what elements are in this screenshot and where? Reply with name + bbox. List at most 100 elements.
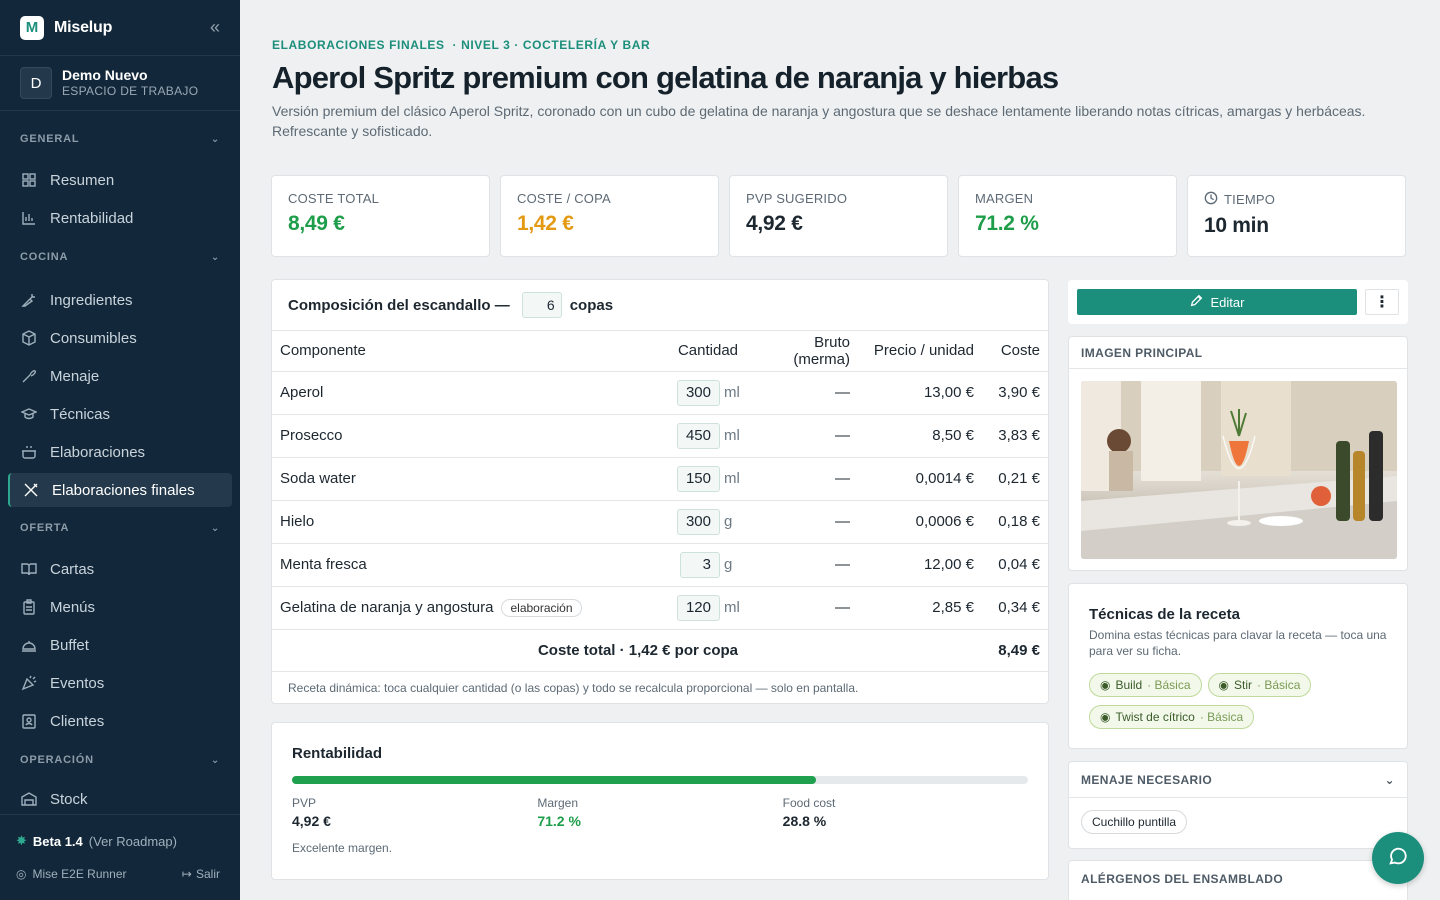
chevron-down-icon: ⌄ <box>210 522 220 534</box>
quantity-input[interactable]: 300 <box>676 508 720 535</box>
quantity-input[interactable]: 300 <box>676 379 720 406</box>
technique-chip-stir[interactable]: ◉ Stir · Básica <box>1207 673 1312 697</box>
kebab-icon: ⋮ <box>1374 294 1390 311</box>
sidebar-item-elaboraciones[interactable]: Elaboraciones <box>8 435 232 469</box>
clipboard-icon <box>20 598 38 616</box>
kpi-coste-copa: COSTE / COPA 1,42 € <box>500 175 719 257</box>
composition-card: Composición del escandallo — 6 copas Com… <box>271 279 1049 704</box>
workspace-avatar: D <box>20 67 52 99</box>
technique-chip-twist[interactable]: ◉ Twist de cítrico · Básica <box>1089 705 1255 729</box>
sidebar-item-rentabilidad[interactable]: Rentabilidad <box>8 201 232 235</box>
sidebar-item-stock[interactable]: Stock <box>8 782 232 816</box>
nav-section-operacion: OPERACIÓN ⌄ Stock <box>0 750 240 820</box>
page-title: Aperol Spritz premium con gelatina de na… <box>272 60 1059 95</box>
sidebar-item-tecnicas[interactable]: Técnicas <box>8 397 232 431</box>
copas-input[interactable]: 6 <box>521 292 562 318</box>
techniques-subtitle: Domina estas técnicas para clavar la rec… <box>1089 628 1387 658</box>
nav-section-header[interactable]: GENERAL ⌄ <box>0 129 240 149</box>
col-header: Precio / unidad <box>858 331 982 372</box>
table-row: Hielo 300 g — 0,0006 € 0,18 € <box>272 500 1048 544</box>
utensil-chip[interactable]: Cuchillo puntilla <box>1081 810 1188 834</box>
user-icon: ◎ <box>16 867 27 881</box>
pvp-value: 4,92 € <box>292 813 331 829</box>
nav-section-oferta: OFERTA ⌄ Cartas Menús Buffet Eventos Clie… <box>0 518 240 742</box>
quantity-input[interactable]: 3 <box>680 551 720 578</box>
nav-section-header[interactable]: COCINA ⌄ <box>0 247 240 267</box>
table-row: Gelatina de naranja y angostura elaboraci… <box>272 586 1048 630</box>
breadcrumb-link[interactable]: ELABORACIONES FINALES <box>272 38 445 52</box>
chevron-down-icon: ⌄ <box>210 133 220 145</box>
book-icon <box>20 560 38 578</box>
kpi-value: 1,42 € <box>517 212 574 235</box>
sidebar-item-cartas[interactable]: Cartas <box>8 552 232 586</box>
chat-icon <box>1387 845 1409 872</box>
quantity-input[interactable]: 120 <box>676 594 720 621</box>
workspace-switcher[interactable]: D Demo Nuevo ESPACIO DE TRABAJO <box>0 56 240 111</box>
nav-section-cocina: COCINA ⌄ Ingredientes Consumibles Menaje … <box>0 247 240 511</box>
allergens-panel: ALÉRGENOS DEL ENSAMBLADO <box>1068 860 1408 900</box>
quantity-input[interactable]: 450 <box>676 422 720 449</box>
chevron-down-icon: ⌄ <box>210 251 220 263</box>
elaboration-tag[interactable]: elaboración <box>501 598 582 617</box>
technique-chip-build[interactable]: ◉ Build · Básica <box>1089 673 1202 697</box>
sidebar-item-buffet[interactable]: Buffet <box>8 628 232 662</box>
sidebar-item-clientes[interactable]: Clientes <box>8 704 232 738</box>
sidebar-item-menus[interactable]: Menús <box>8 590 232 624</box>
party-icon <box>20 674 38 692</box>
warehouse-icon <box>20 790 38 808</box>
main-content: ELABORACIONES FINALES · NIVEL 3 · COCTEL… <box>240 0 1440 900</box>
workspace-name: Demo Nuevo <box>62 67 148 83</box>
margin-value: 71.2 % <box>537 813 581 829</box>
total-label: Coste total · 1,42 € por copa <box>272 629 746 672</box>
clock-icon <box>1204 191 1218 208</box>
sidebar-item-consumibles[interactable]: Consumibles <box>8 321 232 355</box>
edit-button[interactable]: Editar <box>1077 289 1357 315</box>
margin-bar <box>292 776 1028 784</box>
app-name: Miselup <box>54 18 113 36</box>
sidebar-item-eventos[interactable]: Eventos <box>8 666 232 700</box>
copas-label: copas <box>569 296 614 314</box>
cloche-icon <box>20 636 38 654</box>
foodcost-value: 28.8 % <box>782 813 827 829</box>
eye-icon: ◉ <box>1218 678 1230 692</box>
logout-button[interactable]: ↦ Salir <box>182 867 220 881</box>
version-link[interactable]: ✸ Beta 1.4 (Ver Roadmap) <box>16 833 177 849</box>
panel-header[interactable]: ALÉRGENOS DEL ENSAMBLADO <box>1069 861 1407 897</box>
chevron-down-icon: ⌄ <box>1384 772 1395 787</box>
kpi-value: 10 min <box>1204 214 1269 237</box>
nav-section-header[interactable]: OFERTA ⌄ <box>0 518 240 538</box>
graduation-icon <box>20 405 38 423</box>
collapse-sidebar-icon[interactable]: « <box>210 17 220 38</box>
profitability-note: Excelente margen. <box>292 841 393 855</box>
recipe-photo[interactable] <box>1081 381 1397 559</box>
table-row: Soda water 150 ml — 0,0014 € 0,21 € <box>272 457 1048 501</box>
fork-knife-icon <box>22 481 40 499</box>
chat-button[interactable] <box>1372 832 1424 884</box>
col-header: Cantidad <box>646 331 746 372</box>
table-row: Menta fresca 3g — 12,00 € 0,04 € <box>272 543 1048 587</box>
quantity-input[interactable]: 150 <box>676 465 720 492</box>
sidebar-item-elaboraciones-finales[interactable]: Elaboraciones finales <box>8 473 232 507</box>
kpi-value: 4,92 € <box>746 212 803 235</box>
kpi-pvp-sugerido: PVP SUGERIDO 4,92 € <box>729 175 948 257</box>
action-bar: Editar ⋮ <box>1068 280 1408 324</box>
eye-icon: ◉ <box>1100 710 1111 724</box>
box-icon <box>20 329 38 347</box>
profitability-card: Rentabilidad PVP 4,92 € Margen 71.2 % Food… <box>271 722 1049 880</box>
kpi-value: 71.2 % <box>975 212 1039 235</box>
utensils-panel: MENAJE NECESARIO ⌄ Cuchillo puntilla <box>1068 761 1408 849</box>
sidebar-item-ingredientes[interactable]: Ingredientes <box>8 283 232 317</box>
chevron-down-icon: ⌄ <box>210 754 220 766</box>
panel-header[interactable]: MENAJE NECESARIO ⌄ <box>1069 762 1407 798</box>
user-name: Mise E2E Runner <box>32 867 127 881</box>
image-panel: IMAGEN PRINCIPAL <box>1068 336 1408 571</box>
composition-table: Componente Cantidad Bruto (merma) Precio… <box>272 331 1048 672</box>
more-options-button[interactable]: ⋮ <box>1365 289 1399 315</box>
logout-icon: ↦ <box>181 867 192 881</box>
sidebar-item-menaje[interactable]: Menaje <box>8 359 232 393</box>
nav-section-header[interactable]: OPERACIÓN ⌄ <box>0 750 240 770</box>
total-row: Coste total · 1,42 € por copa 8,49 € <box>272 629 1048 672</box>
kpi-row: COSTE TOTAL 8,49 € COSTE / COPA 1,42 € P… <box>271 175 1406 257</box>
sidebar-item-resumen[interactable]: Resumen <box>8 163 232 197</box>
col-header: Componente <box>272 331 646 372</box>
